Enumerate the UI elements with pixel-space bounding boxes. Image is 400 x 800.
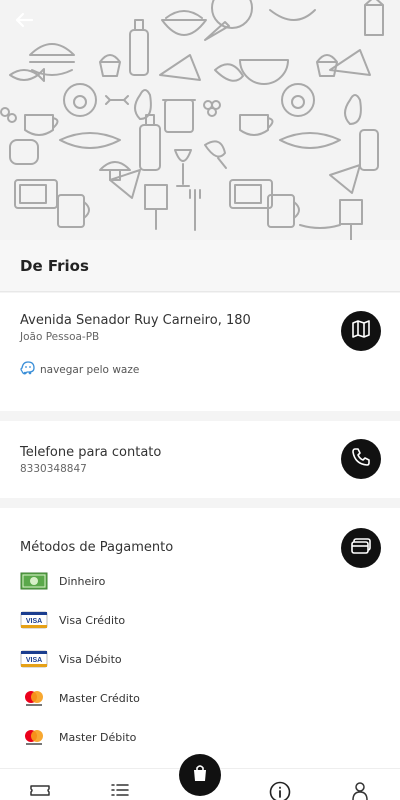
- nav-bag[interactable]: [179, 754, 221, 796]
- waze-link-label: navegar pelo waze: [40, 363, 140, 376]
- phone-section: Telefone para contato 8330348847: [0, 421, 400, 498]
- payment-method-label: Master Crédito: [59, 691, 140, 705]
- payment-method-label: Master Débito: [59, 730, 137, 744]
- waze-navigation-link[interactable]: navegar pelo waze: [20, 360, 139, 379]
- ticket-icon: [29, 781, 51, 800]
- mastercard-icon: [20, 727, 48, 747]
- mastercard-icon: [20, 688, 48, 708]
- cash-icon: [20, 571, 48, 591]
- phone-number: 8330348847: [20, 463, 87, 475]
- store-header: De Frios: [0, 240, 400, 292]
- phone-icon: [351, 447, 371, 471]
- card-icon: [350, 537, 372, 559]
- nav-list[interactable]: [108, 781, 132, 800]
- address-section: Avenida Senador Ruy Carneiro, 180 João P…: [0, 293, 400, 411]
- nav-ticket[interactable]: [28, 781, 52, 800]
- visa-card-icon: VISA: [20, 649, 48, 669]
- address-street: Avenida Senador Ruy Carneiro, 180: [20, 313, 251, 328]
- payment-method-item: VISA Visa Crédito: [20, 608, 125, 632]
- visa-card-icon: VISA: [20, 610, 48, 630]
- store-name: De Frios: [20, 256, 89, 275]
- payment-button[interactable]: [341, 528, 381, 568]
- payment-title: Métodos de Pagamento: [20, 540, 174, 555]
- waze-icon: [20, 360, 35, 379]
- payment-method-label: Visa Crédito: [59, 613, 126, 627]
- payment-section: Métodos de Pagamento Dinheiro VISA Visa …: [0, 508, 400, 768]
- payment-method-item: VISA Visa Débito: [20, 647, 122, 671]
- payment-method-label: Visa Débito: [59, 652, 122, 666]
- bag-icon: [190, 763, 210, 787]
- map-icon: [351, 319, 371, 343]
- phone-label: Telefone para contato: [20, 445, 162, 460]
- payment-method-item: Master Débito: [20, 725, 136, 749]
- bottom-navigation: [0, 754, 400, 800]
- info-icon: [269, 781, 291, 800]
- svg-text:VISA: VISA: [26, 657, 42, 664]
- food-doodle-pattern: [0, 0, 384, 240]
- back-button[interactable]: [14, 12, 40, 34]
- payment-method-item: Master Crédito: [20, 686, 140, 710]
- map-button[interactable]: [341, 311, 381, 351]
- nav-profile[interactable]: [348, 781, 372, 800]
- address-city: João Pessoa-PB: [20, 331, 100, 343]
- call-button[interactable]: [341, 439, 381, 479]
- svg-text:VISA: VISA: [26, 618, 42, 625]
- payment-method-label: Dinheiro: [59, 574, 106, 588]
- payment-method-item: Dinheiro: [20, 569, 105, 593]
- list-icon: [109, 781, 131, 800]
- nav-info[interactable]: [268, 781, 292, 800]
- store-banner: [0, 0, 400, 240]
- user-icon: [350, 781, 370, 800]
